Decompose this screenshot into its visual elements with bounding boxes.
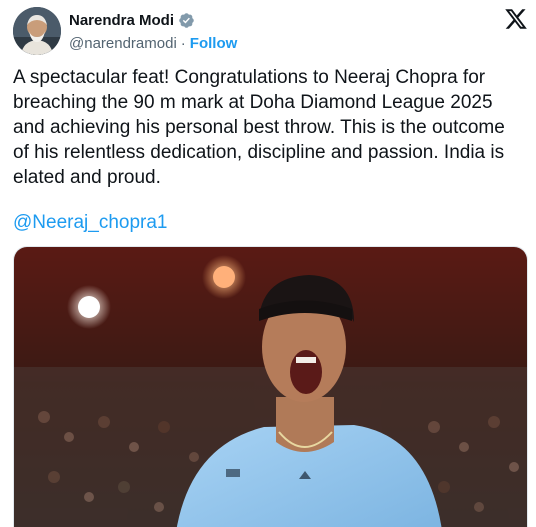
user-info: Narendra Modi @narendramodi · Follow xyxy=(69,10,237,53)
follow-button[interactable]: Follow xyxy=(190,35,238,52)
mention-link[interactable]: @Neeraj_chopra1 xyxy=(13,210,168,235)
avatar[interactable] xyxy=(13,7,61,55)
x-logo-icon[interactable] xyxy=(504,7,528,31)
separator-dot: · xyxy=(180,34,186,52)
author-handle[interactable]: @narendramodi xyxy=(69,35,177,52)
tweet-text: A spectacular feat! Congratulations to N… xyxy=(13,67,505,188)
tweet-photo[interactable] xyxy=(13,246,528,527)
verified-badge-icon xyxy=(179,12,194,28)
tweet-header: Narendra Modi @narendramodi · Follow xyxy=(13,7,528,55)
author-name[interactable]: Narendra Modi xyxy=(69,12,174,29)
